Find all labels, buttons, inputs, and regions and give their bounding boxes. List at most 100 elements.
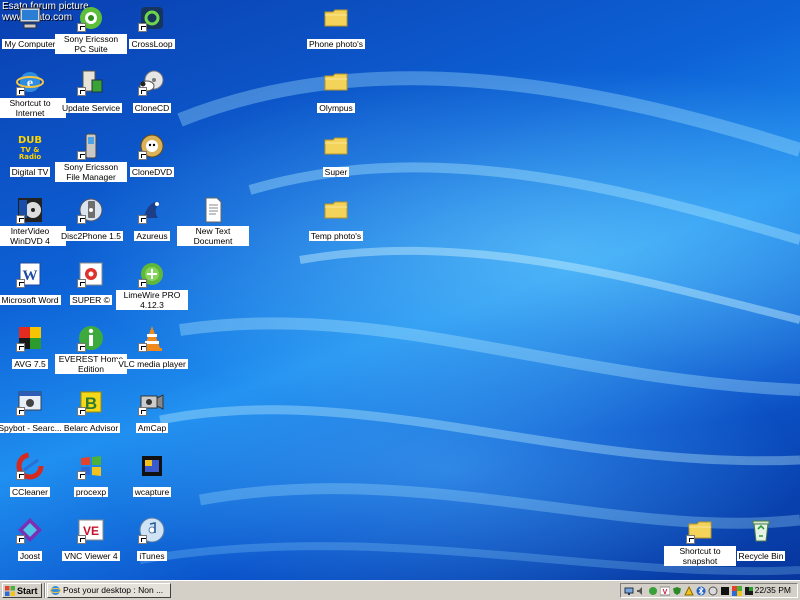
- computer-icon: [16, 4, 44, 32]
- recycle-bin-icon: [747, 516, 775, 544]
- shortcut-arrow-icon: [77, 471, 86, 480]
- desktop: Esato forum picture www.esato.com My Com…: [0, 0, 800, 580]
- start-button[interactable]: Start: [2, 583, 42, 598]
- desktop-icon-clonedvd[interactable]: CloneDVD: [116, 132, 188, 180]
- shortcut-arrow-icon: [16, 215, 25, 224]
- shortcut-arrow-icon: [138, 215, 147, 224]
- system-tray: V 22/35 PM: [620, 583, 798, 598]
- clock[interactable]: 22/35 PM: [755, 584, 791, 597]
- icon-label: CrossLoop: [129, 39, 175, 49]
- shortcut-arrow-icon: [16, 87, 25, 96]
- icon-label: Update Service: [59, 103, 123, 113]
- icon-label: AVG 7.5: [12, 359, 48, 369]
- azureus-frog-icon: [138, 196, 166, 224]
- icon-label: Disc2Phone 1.5: [58, 231, 123, 241]
- svg-text:e: e: [27, 76, 33, 91]
- desktop-icon-temp-photos[interactable]: Temp photo's: [299, 196, 373, 244]
- icon-label: AmCap: [135, 423, 169, 433]
- avg-icon: [16, 324, 44, 352]
- taskbar: Start Post your desktop : Non ... V 22/3…: [0, 580, 800, 600]
- desktop-icon-super-folder[interactable]: Super: [299, 132, 373, 180]
- desktop-icon-new-text-document[interactable]: New Text Document: [177, 196, 249, 249]
- update-service-icon: [77, 68, 105, 96]
- icon-label: New Text Document: [177, 226, 249, 246]
- vnc-icon: VE: [77, 516, 105, 544]
- shortcut-arrow-icon: [16, 279, 25, 288]
- everest-info-icon: [77, 324, 105, 352]
- desktop-icon-crossloop[interactable]: CrossLoop: [116, 4, 188, 52]
- msn-icon[interactable]: [720, 586, 730, 596]
- internet-explorer-icon: [50, 586, 61, 595]
- clonecd-sheep-icon: [138, 68, 166, 96]
- shortcut-arrow-icon: [138, 535, 147, 544]
- amcap-camera-icon: [138, 388, 166, 416]
- windows-flag-icon: [77, 452, 105, 480]
- svg-text:B: B: [85, 394, 97, 413]
- desktop-icon-wcapture[interactable]: wcapture: [116, 452, 188, 500]
- ccleaner-icon: [16, 452, 44, 480]
- joost-icon: [16, 516, 44, 544]
- display-icon[interactable]: [732, 586, 742, 596]
- avg-tray-icon[interactable]: [744, 586, 754, 596]
- super-app-icon: [77, 260, 105, 288]
- folder-icon: [322, 68, 350, 96]
- shortcut-arrow-icon: [686, 535, 695, 544]
- shortcut-arrow-icon: [138, 343, 147, 352]
- icon-label: My Computer: [2, 39, 58, 49]
- icon-label: iTunes: [137, 551, 167, 561]
- icon-label: procexp: [73, 487, 109, 497]
- update-icon[interactable]: [708, 586, 718, 596]
- shortcut-arrow-icon: [77, 535, 86, 544]
- taskbar-window-button[interactable]: Post your desktop : Non ...: [47, 583, 171, 598]
- limewire-icon: [138, 260, 166, 288]
- start-label: Start: [17, 586, 38, 596]
- folder-icon: [322, 196, 350, 224]
- sync-icon[interactable]: [648, 586, 658, 596]
- svg-text:V: V: [663, 589, 668, 596]
- icon-label: wcapture: [132, 487, 172, 497]
- sony-ericsson-icon: [77, 4, 105, 32]
- windows-logo-icon: [5, 586, 15, 596]
- desktop-icon-vlc[interactable]: VLC media player: [116, 324, 188, 372]
- internet-explorer-icon: e: [16, 68, 44, 96]
- vnc-tray-icon[interactable]: V: [660, 586, 670, 596]
- desktop-icon-clonecd[interactable]: CloneCD: [116, 68, 188, 116]
- icon-label: Recycle Bin: [736, 551, 786, 561]
- desktop-icon-amcap[interactable]: AmCap: [116, 388, 188, 436]
- phone-icon: [77, 132, 105, 160]
- shortcut-arrow-icon: [16, 535, 25, 544]
- shortcut-arrow-icon: [77, 215, 86, 224]
- shortcut-arrow-icon: [77, 23, 86, 32]
- svg-text:Radio: Radio: [19, 153, 42, 160]
- shortcut-arrow-icon: [77, 279, 86, 288]
- shortcut-arrow-icon: [77, 87, 86, 96]
- desktop-icon-phone-photos[interactable]: Phone photo's: [299, 4, 373, 52]
- icon-label: CloneDVD: [129, 167, 175, 177]
- network-icon[interactable]: [624, 586, 634, 596]
- icon-label: VNC Viewer 4: [62, 551, 120, 561]
- icon-label: SUPER ©: [70, 295, 112, 305]
- windvd-icon: [16, 196, 44, 224]
- icon-label: LimeWire PRO 4.12.3: [116, 290, 188, 310]
- clonedvd-icon: [138, 132, 166, 160]
- text-document-icon: [199, 196, 227, 224]
- icon-label: Digital TV: [9, 167, 51, 177]
- icon-label: Microsoft Word: [0, 295, 61, 305]
- shield-icon[interactable]: [672, 586, 682, 596]
- desktop-icon-recycle-bin[interactable]: Recycle Bin: [725, 516, 797, 564]
- icon-label: Joost: [17, 551, 43, 561]
- shortcut-arrow-icon: [138, 87, 147, 96]
- shortcut-arrow-icon: [138, 23, 147, 32]
- crossloop-icon: [138, 4, 166, 32]
- bluetooth-icon[interactable]: [696, 586, 706, 596]
- vlc-cone-icon: [138, 324, 166, 352]
- speaker-icon[interactable]: [636, 586, 646, 596]
- icon-label: Phone photo's: [306, 39, 366, 49]
- icon-label: Temp photo's: [308, 231, 364, 241]
- desktop-icon-limewire[interactable]: LimeWire PRO 4.12.3: [116, 260, 188, 313]
- film-clapper-icon: [138, 452, 166, 480]
- shortcut-arrow-icon: [16, 343, 25, 352]
- desktop-icon-olympus[interactable]: Olympus: [299, 68, 373, 116]
- warning-icon[interactable]: [684, 586, 694, 596]
- desktop-icon-itunes[interactable]: iTunes: [116, 516, 188, 564]
